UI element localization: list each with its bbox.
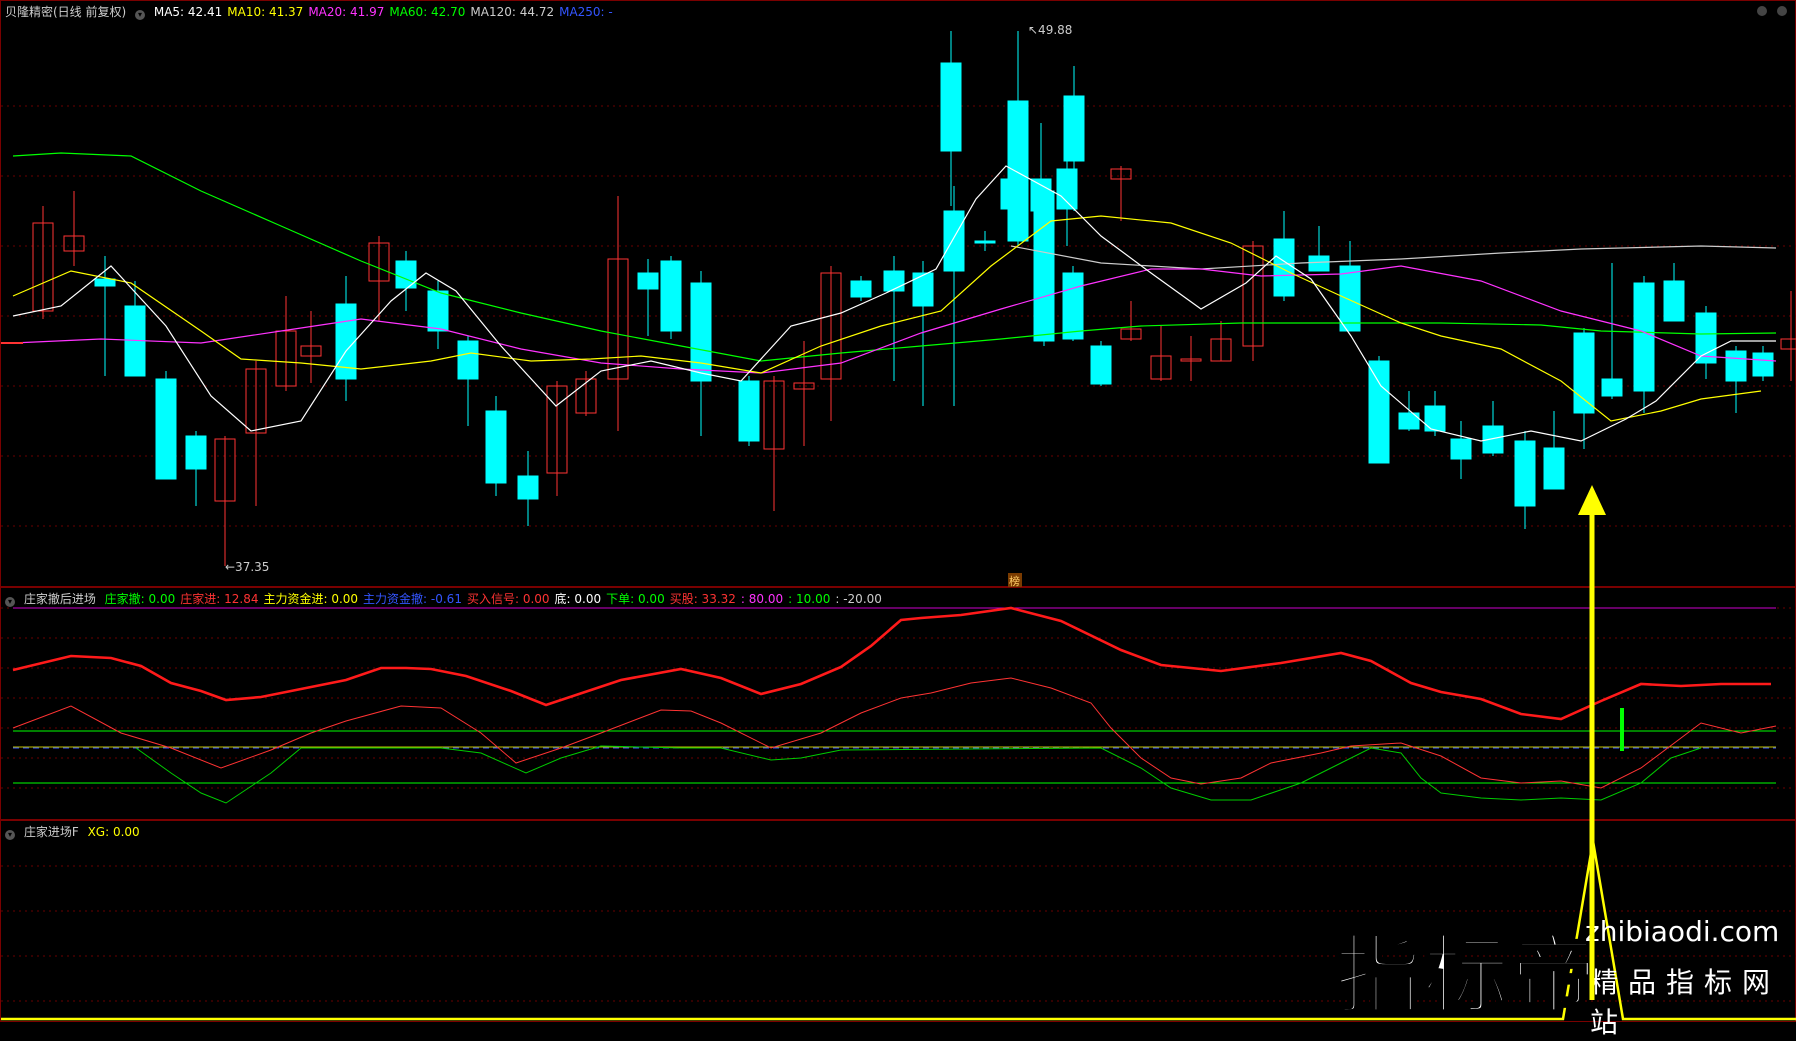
minimize-icon[interactable] <box>1757 6 1768 16</box>
candle-body <box>517 475 539 500</box>
logo-url: zhibiaodi.com <box>1585 915 1780 948</box>
legend-item: MA250: - <box>559 5 613 19</box>
legend-item: XG: 0.00 <box>87 825 140 839</box>
signal-header: ▾ 庄家进场F XG: 0.00 <box>5 825 150 840</box>
legend-item: MA10: 41.37 <box>227 5 304 19</box>
candle-body <box>1368 360 1390 464</box>
candle-body <box>660 260 682 332</box>
zhuangjia-che-line <box>135 745 1702 804</box>
candle-body <box>1663 280 1685 322</box>
ma-line <box>1010 245 1777 270</box>
candle-body <box>943 210 965 272</box>
candle-body <box>974 240 996 244</box>
candle-body <box>1424 405 1446 432</box>
window-controls <box>1751 5 1787 19</box>
candle-body <box>1543 447 1565 490</box>
marker-label: 榜 <box>1009 574 1020 588</box>
candle-body <box>457 340 479 380</box>
candle-body <box>1273 238 1295 297</box>
candle-body <box>1062 272 1084 340</box>
candle-body <box>1752 352 1774 377</box>
legend-item: 主力资金撤: -0.61 <box>363 592 462 606</box>
signal-title: 庄家进场F <box>23 825 79 839</box>
low-price-label: ←37.35 <box>225 560 269 574</box>
legend-item: 主力资金进: 0.00 <box>263 592 359 606</box>
collapse-icon[interactable]: ▾ <box>5 830 15 840</box>
candle-body <box>155 378 177 480</box>
candle-body <box>1007 100 1029 242</box>
high-price-label: ↖49.88 <box>1028 23 1072 37</box>
ma-line <box>12 215 1762 422</box>
candle-body <box>427 290 449 332</box>
zhuangjia-jin-line <box>12 606 1771 721</box>
candle-body <box>637 272 659 290</box>
candle-body <box>185 435 207 470</box>
legend-item: 买入信号: 0.00 <box>466 592 550 606</box>
collapse-icon[interactable]: ▾ <box>5 597 15 607</box>
candle-body <box>883 270 905 292</box>
candle-body <box>690 282 712 382</box>
price-panel[interactable]: ↖49.88 ←37.35 榜 贝隆精密(日线 前复权) ▾ MA5: 42.41 M… <box>0 0 1796 588</box>
candle-body <box>850 280 872 298</box>
legend-item: : -20.00 <box>835 592 882 606</box>
legend-item: 庄家进: 12.84 <box>180 592 259 606</box>
candle-body <box>1633 282 1655 392</box>
legend-item: 庄家撤: 0.00 <box>104 592 176 606</box>
signal-legend: XG: 0.00 <box>88 825 145 839</box>
legend-item: : 10.00 <box>788 592 831 606</box>
indicator-header: ▾ 庄家撤后进场 庄家撤: 0.00 庄家进: 12.84 主力资金进: 0.00 主… <box>5 592 892 607</box>
candle-body <box>485 410 507 484</box>
legend-item: MA20: 41.97 <box>308 5 385 19</box>
indicator-title: 庄家撤后进场 <box>23 592 96 606</box>
candle-body <box>1450 438 1472 460</box>
candle-body <box>1601 378 1623 397</box>
logo-text: 指标帝 <box>1334 925 1599 1028</box>
legend-item: MA120: 44.72 <box>470 5 555 19</box>
watermark-logo: 指标帝 zhibiaodi.com 精品指标网站 <box>1334 905 1795 1039</box>
legend-item: MA5: 42.41 <box>153 5 223 19</box>
candle-body <box>1063 95 1085 162</box>
candle-body <box>1090 345 1112 385</box>
candle-body <box>738 380 760 442</box>
logo-subtitle: 精品指标网站 <box>1590 966 1781 1039</box>
candle-body <box>1033 190 1055 342</box>
candle-body <box>1573 332 1595 414</box>
indicator-panel[interactable]: ▾ 庄家撤后进场 庄家撤: 0.00 庄家进: 12.84 主力资金进: 0.00 主… <box>0 587 1796 820</box>
legend-item: MA60: 42.70 <box>389 5 466 19</box>
legend-item: 下单: 0.00 <box>606 592 665 606</box>
legend-item: : 80.00 <box>740 592 784 606</box>
indicator-legend: 庄家撤: 0.00 庄家进: 12.84 主力资金进: 0.00 主力资金撤: -0.… <box>105 592 887 606</box>
price-panel-header: 贝隆精密(日线 前复权) ▾ MA5: 42.41 MA10: 41.37 MA20… <box>5 5 623 20</box>
collapse-icon[interactable]: ▾ <box>135 10 146 20</box>
indicator-chart[interactable] <box>1 588 1796 821</box>
candle-body <box>1725 350 1747 382</box>
candle-body <box>1780 338 1796 350</box>
candle-body <box>94 278 116 287</box>
legend-item: 底: 0.00 <box>554 592 602 606</box>
candlestick-chart[interactable]: ↖49.88 ←37.35 榜 <box>1 1 1796 588</box>
legend-item: 买股: 33.32 <box>669 592 736 606</box>
candle-body <box>1514 440 1536 507</box>
main-title: 贝隆精密(日线 前复权) <box>5 5 127 19</box>
candle-body <box>1308 255 1330 272</box>
candle-body <box>940 62 962 152</box>
candle-body <box>1339 265 1361 332</box>
close-icon[interactable] <box>1777 6 1787 16</box>
ma-legend: MA5: 42.41 MA10: 41.37 MA20: 41.97 MA60: 42… <box>154 5 618 19</box>
